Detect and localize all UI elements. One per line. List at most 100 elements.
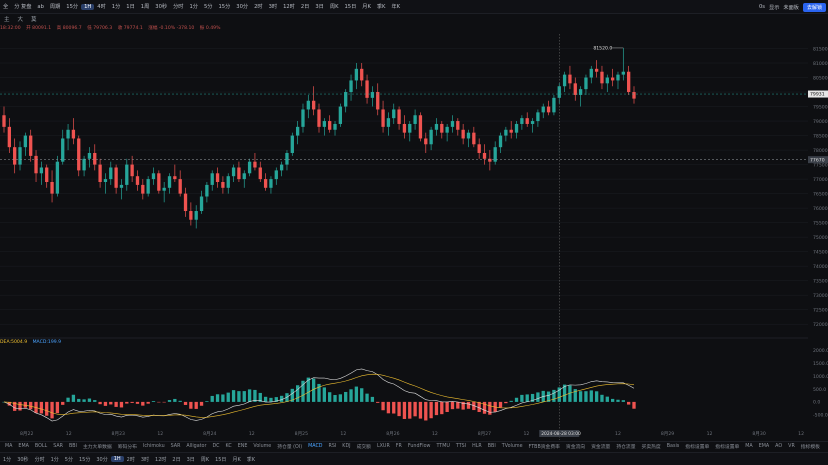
indicator-tab-16[interactable]: RSI [326,444,340,449]
indicator-tab-17[interactable]: KDJ [339,444,353,449]
indicator-tab-31[interactable]: 买卖热度 [639,443,664,450]
indicator-tab-12[interactable]: ENE [235,444,251,449]
indicator-tab-27[interactable]: FTBB资金费率 [526,443,563,450]
indicator-tab-13[interactable]: Volume [250,444,274,449]
timeframe-tab-7[interactable]: 1H [110,456,124,462]
indicator-tab-22[interactable]: TTMU [433,444,452,449]
indicator-tab-18[interactable]: 成交额 [354,443,374,450]
candle-body [157,173,161,191]
period-tab-16[interactable]: 2时 [251,3,266,10]
period-tab-18[interactable]: 12时 [280,3,298,10]
indicator-tab-21[interactable]: FundFlow [405,444,434,449]
macd-histogram-bar [509,400,513,402]
timeframe-tab-10[interactable]: 12时 [152,456,169,463]
timeframe-tab-1[interactable]: 30秒 [14,456,31,463]
timeframe-tab-12[interactable]: 3日 [184,456,198,463]
period-tab-4[interactable]: 15分 [63,3,81,10]
period-tab-22[interactable]: 15日 [341,3,359,10]
timeframe-tab-4[interactable]: 5分 [62,456,76,463]
top-right-item-2[interactable]: 未面板 [783,4,799,11]
indicator-tab-10[interactable]: DC [209,444,222,449]
macd-histogram-bar [221,394,225,402]
period-tab-23[interactable]: 月K [359,3,374,10]
period-tab-25[interactable]: 年K [388,3,403,10]
period-tab-24[interactable]: 季K [374,3,389,10]
indicator-tab-33[interactable]: 指标设置单 [682,443,712,450]
indicator-tab-23[interactable]: TTSI [453,444,469,449]
indicator-tab-37[interactable]: AO [772,444,785,449]
big-indicator-button[interactable]: 大 [14,15,28,23]
indicator-tab-1[interactable]: EMA [15,444,31,449]
chart-canvas[interactable]: 81500.081000.080500.080000.079500.079000… [0,0,828,465]
indicator-tab-3[interactable]: SAR [50,444,66,449]
x-tick-label: 12 [798,431,804,437]
indicator-tab-4[interactable]: BBI [66,444,80,449]
period-tab-11[interactable]: 分时 [170,3,186,10]
indicator-tab-34[interactable]: 指标设置单 [712,443,742,450]
period-tab-0[interactable]: 全 [0,3,11,10]
indicator-tab-26[interactable]: TVolume [499,444,526,449]
period-tab-8[interactable]: 1日 [123,3,138,10]
indicator-tab-2[interactable]: BOLL [32,444,50,449]
period-tab-9[interactable]: 1周 [138,3,153,10]
timeframe-tab-0[interactable]: 1分 [0,456,14,463]
period-tab-13[interactable]: 5分 [201,3,216,10]
indicator-tab-28[interactable]: 资金流向 [563,443,588,450]
period-tab-19[interactable]: 2日 [298,3,313,10]
indicator-tab-19[interactable]: LXUR [374,444,393,449]
period-tab-6[interactable]: 4时 [94,3,109,10]
period-tab-7[interactable]: 1分 [109,3,124,10]
indicator-tab-8[interactable]: SAR [168,444,184,449]
timeframe-tab-16[interactable]: 季K [244,456,258,463]
period-tab-14[interactable]: 15分 [215,3,233,10]
top-right-item-1[interactable]: 显示 [769,4,779,11]
indicator-tab-15[interactable]: MACD [305,444,325,449]
candle-body [504,129,508,136]
indicator-tab-24[interactable]: HLR [469,444,485,449]
period-tab-15[interactable]: 30分 [233,3,251,10]
period-tab-1[interactable]: 分 复盘 [11,3,34,10]
indicator-tab-38[interactable]: VR [785,444,798,449]
indicator-tab-20[interactable]: FR [393,444,405,449]
macd-histogram-bar [445,401,449,412]
candle-body [498,135,503,148]
timeframe-tab-6[interactable]: 30分 [93,456,110,463]
period-tab-17[interactable]: 3时 [266,3,281,10]
timeframe-tab-3[interactable]: 1分 [48,456,62,463]
period-tab-20[interactable]: 3日 [312,3,327,10]
timeframe-tab-13[interactable]: 周K [198,456,212,463]
period-tab-21[interactable]: 周K [327,3,342,10]
macd-histogram-bar [632,401,636,409]
timeframe-tab-9[interactable]: 3时 [138,456,152,463]
period-tab-3[interactable]: 周期 [47,3,63,10]
indicator-tab-11[interactable]: KC [223,444,235,449]
period-tab-10[interactable]: 30秒 [152,3,170,10]
period-tab-12[interactable]: 1分 [186,3,201,10]
indicator-tab-35[interactable]: MA [742,444,755,449]
indicator-tab-29[interactable]: 资金流量 [588,443,613,450]
indicator-tab-25[interactable]: BBI [485,444,499,449]
indicator-tab-32[interactable]: Basis [664,444,683,449]
indicator-tab-39[interactable]: 指标模板 [798,443,823,450]
timeframe-tab-15[interactable]: 月K [229,456,243,463]
timeframe-tab-11[interactable]: 2日 [169,456,183,463]
timeframe-tab-8[interactable]: 2时 [124,456,138,463]
indicator-tab-5[interactable]: 主力大单数据 [80,443,115,450]
indicator-tab-9[interactable]: Alligator [183,444,209,449]
unlock-button[interactable]: 去解锁 [802,2,826,12]
top-right-item-0[interactable]: 0s [759,4,765,10]
indicator-tab-36[interactable]: EMA [756,444,772,449]
indicator-tab-6[interactable]: 筹码分布 [115,443,140,450]
period-tab-5[interactable]: 1H [81,3,95,10]
indicator-tab-30[interactable]: 持仓流量 [613,443,638,450]
period-tab-2[interactable]: ab [34,4,46,10]
mo-indicator-button[interactable]: 莫 [27,15,41,23]
timeframe-tab-14[interactable]: 15日 [212,456,229,463]
timeframe-tab-2[interactable]: 分时 [32,456,48,463]
main-indicator-button[interactable]: 主 [0,15,14,23]
timeframe-tab-5[interactable]: 15分 [76,456,93,463]
macd-histogram-bar [440,401,444,415]
indicator-tab-14[interactable]: 持仓量 (OI) [274,443,305,450]
indicator-tab-7[interactable]: Ichimoku [140,444,168,449]
indicator-tab-0[interactable]: MA [2,444,15,449]
